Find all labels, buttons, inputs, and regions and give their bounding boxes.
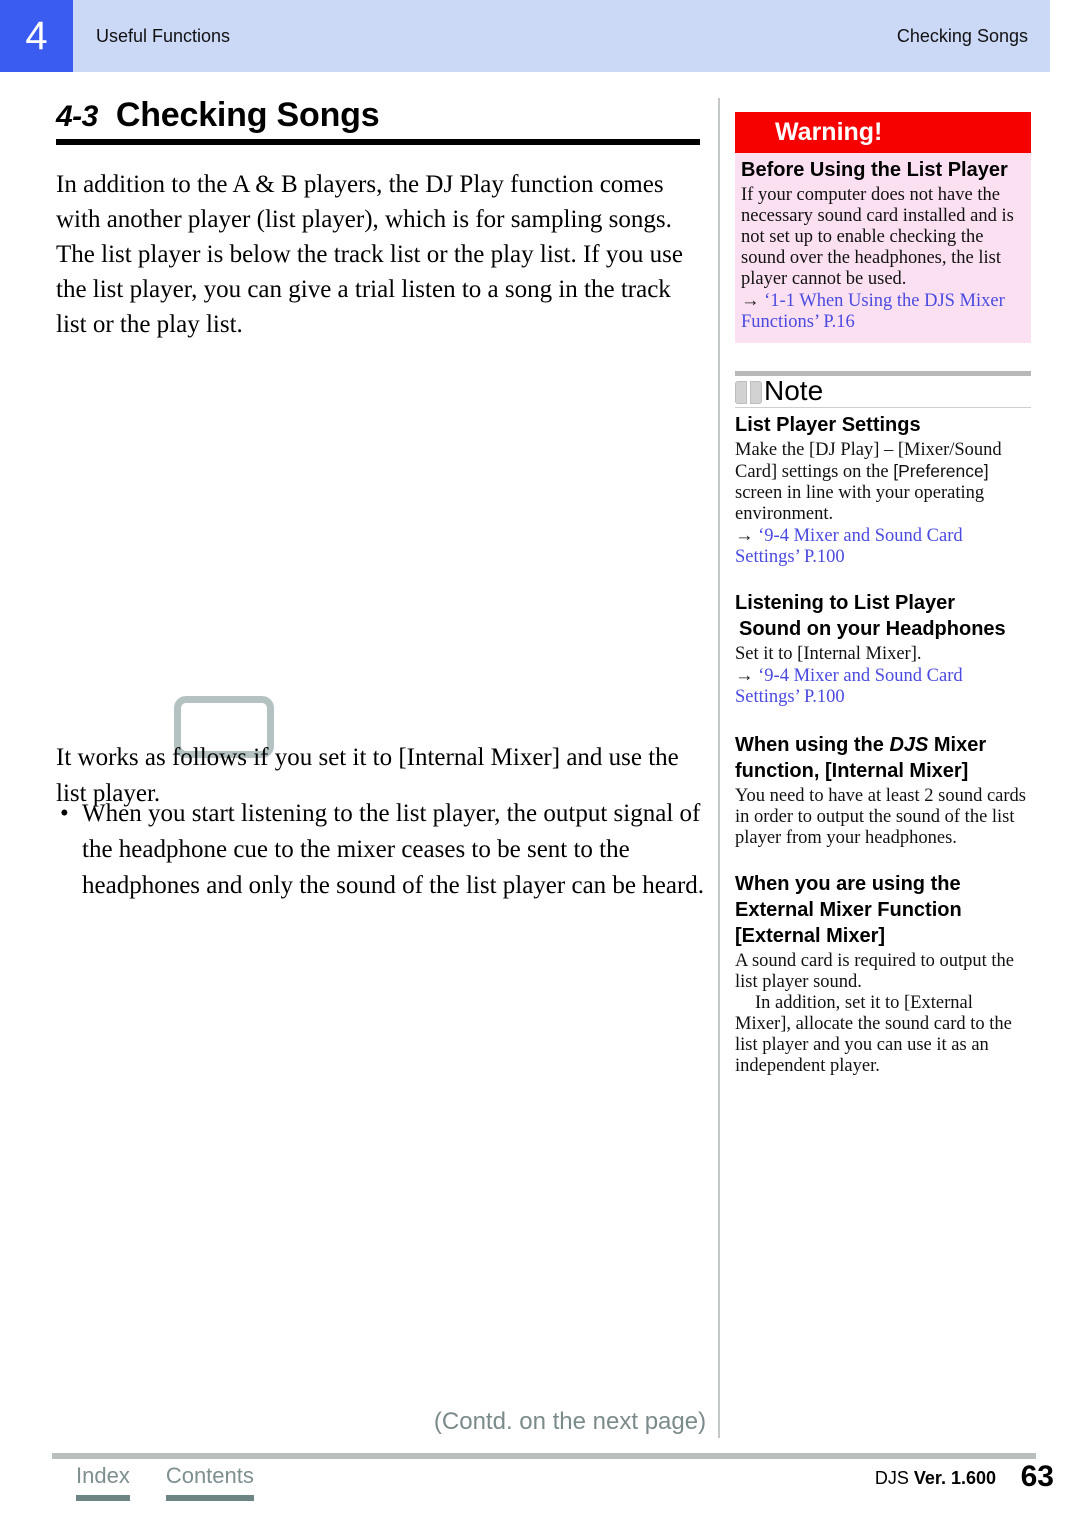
footer-link-contents[interactable]: Contents xyxy=(165,1463,254,1501)
open-book-icon xyxy=(735,380,762,404)
arrow-right-icon: → xyxy=(735,526,754,546)
footer-version-app: DJS xyxy=(874,1468,914,1488)
note-text: Make the [DJ Play] – [Mixer/Sound Card] … xyxy=(735,440,1031,525)
note-section-djs-mixer-internal: When using the DJS Mixer function, [Inte… xyxy=(735,732,1031,849)
note-heading-line2: Sound on your Headphones xyxy=(739,618,1006,640)
note-cross-reference-link[interactable]: → ‘9-4 Mixer and Sound Card Settings’ P.… xyxy=(735,666,1031,708)
note-label: Note xyxy=(764,375,824,406)
page-header: 4 Useful Functions Checking Songs xyxy=(0,0,1050,72)
footer-link-index[interactable]: Index xyxy=(76,1463,130,1501)
header-section-title: Checking Songs xyxy=(896,26,1028,46)
note-section-external-mixer: When you are using the External Mixer Fu… xyxy=(735,871,1031,1077)
left-column: 4-3 Checking Songs In addition to the A … xyxy=(56,96,708,899)
continued-note: (Contd. on the next page) xyxy=(433,1408,707,1435)
note-text: Set it to [Internal Mixer]. xyxy=(735,644,922,664)
page-title: Checking Songs xyxy=(115,96,380,134)
note-heading: When using the DJS Mixer function, [Inte… xyxy=(735,732,1031,784)
note-text-after: screen in line with your operating envir… xyxy=(735,483,985,524)
section-title-rule xyxy=(56,139,700,145)
preference-ui-token: [Preference] xyxy=(893,461,989,481)
arrow-right-icon: → xyxy=(741,291,760,311)
note-section-listening-headphones: Listening to List Player Sound on your H… xyxy=(735,590,1031,708)
note-link-label: ‘9-4 Mixer and Sound Card Settings’ P.10… xyxy=(735,666,963,707)
warning-text: If your computer does not have the neces… xyxy=(741,185,1014,289)
note-link-label: ‘9-4 Mixer and Sound Card Settings’ P.10… xyxy=(735,526,963,567)
warning-body: Before Using the List Player If your com… xyxy=(735,153,1031,343)
right-column: Warning! Before Using the List Player If… xyxy=(735,112,1031,1077)
arrow-right-icon: → xyxy=(735,666,754,686)
bullet-dot-icon: • xyxy=(60,800,69,827)
header-chapter-title: Useful Functions xyxy=(96,26,231,46)
note-callout: Note List Player Settings Make the [DJ P… xyxy=(735,371,1031,1077)
note-heading-line1: Listening to List Player xyxy=(735,592,956,614)
note-text-secondary: In addition, set it to [External Mixer],… xyxy=(735,993,1012,1076)
note-section-list-player-settings: List Player Settings Make the [DJ Play] … xyxy=(735,412,1031,568)
note-text: A sound card is required to output the l… xyxy=(735,951,1014,992)
note-heading: List Player Settings xyxy=(735,414,921,436)
list-item: • When you start listening to the list p… xyxy=(56,796,711,904)
column-divider xyxy=(718,98,720,1438)
footer-version: DJS Ver. 1.600 xyxy=(875,1468,996,1489)
warning-callout: Warning! Before Using the List Player If… xyxy=(735,112,1031,343)
chapter-number-badge: 4 xyxy=(0,0,73,72)
intro-paragraph: In addition to the A & B players, the DJ… xyxy=(56,171,683,338)
bullet-list: • When you start listening to the list p… xyxy=(56,796,711,904)
note-cross-reference-link[interactable]: → ‘9-4 Mixer and Sound Card Settings’ P.… xyxy=(735,526,1031,568)
note-heading: When you are using the External Mixer Fu… xyxy=(735,873,962,947)
warning-cross-reference-link[interactable]: → ‘1-1 When Using the DJS Mixer Function… xyxy=(741,291,1025,333)
list-item-text: When you start listening to the list pla… xyxy=(82,800,705,899)
note-header: Note xyxy=(735,376,1031,408)
note-text: You need to have at least 2 sound cards … xyxy=(735,786,1026,848)
note-heading-djs: DJS xyxy=(889,734,929,756)
page-number: 63 xyxy=(1020,1460,1054,1493)
note-heading-prefix: When using the xyxy=(735,734,890,756)
warning-heading: Before Using the List Player xyxy=(741,159,1008,181)
footer-rule xyxy=(52,1453,1036,1459)
section-title-row: 4-3 Checking Songs xyxy=(56,96,708,135)
warning-link-label: ‘1-1 When Using the DJS Mixer Functions’… xyxy=(741,291,1005,332)
warning-banner-label: Warning! xyxy=(735,112,1031,153)
section-number: 4-3 xyxy=(56,100,98,133)
footer-version-number: Ver. 1.600 xyxy=(913,1468,996,1488)
footer-links: Index Contents xyxy=(76,1463,254,1501)
